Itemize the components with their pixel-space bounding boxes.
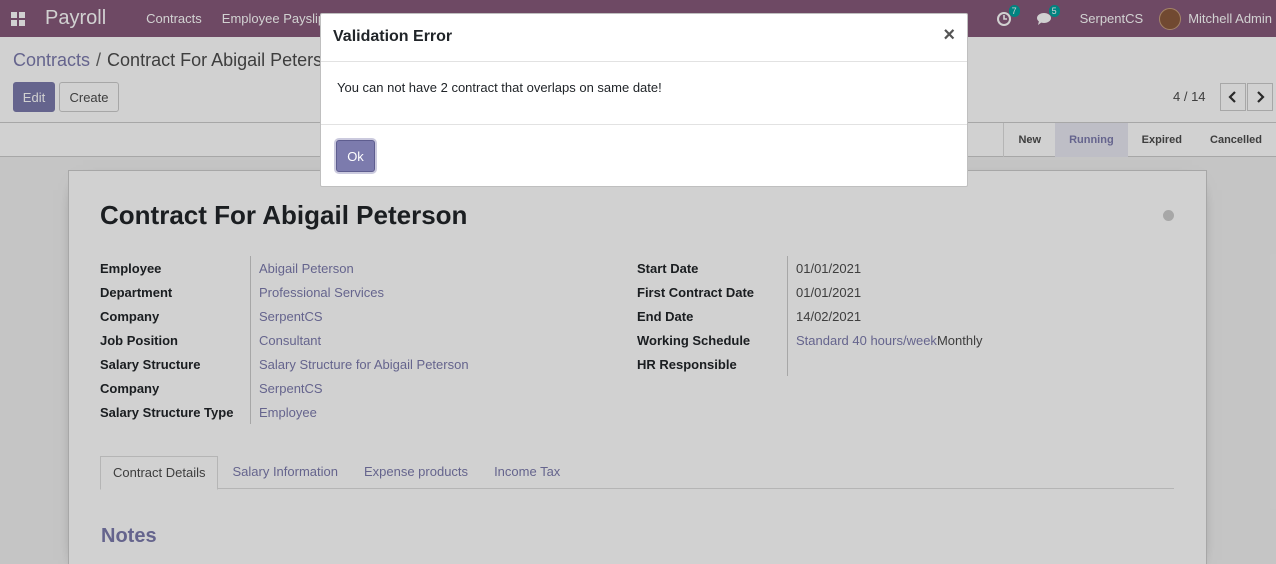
- validation-error-dialog: Validation Error × You can not have 2 co…: [320, 13, 968, 187]
- dialog-body: You can not have 2 contract that overlap…: [321, 62, 967, 125]
- dialog-header: Validation Error ×: [321, 14, 967, 62]
- ok-button[interactable]: Ok: [336, 140, 375, 172]
- dialog-message: You can not have 2 contract that overlap…: [337, 80, 662, 95]
- dialog-title: Validation Error: [333, 28, 453, 45]
- dialog-footer: Ok: [321, 125, 967, 187]
- close-icon[interactable]: ×: [943, 25, 955, 45]
